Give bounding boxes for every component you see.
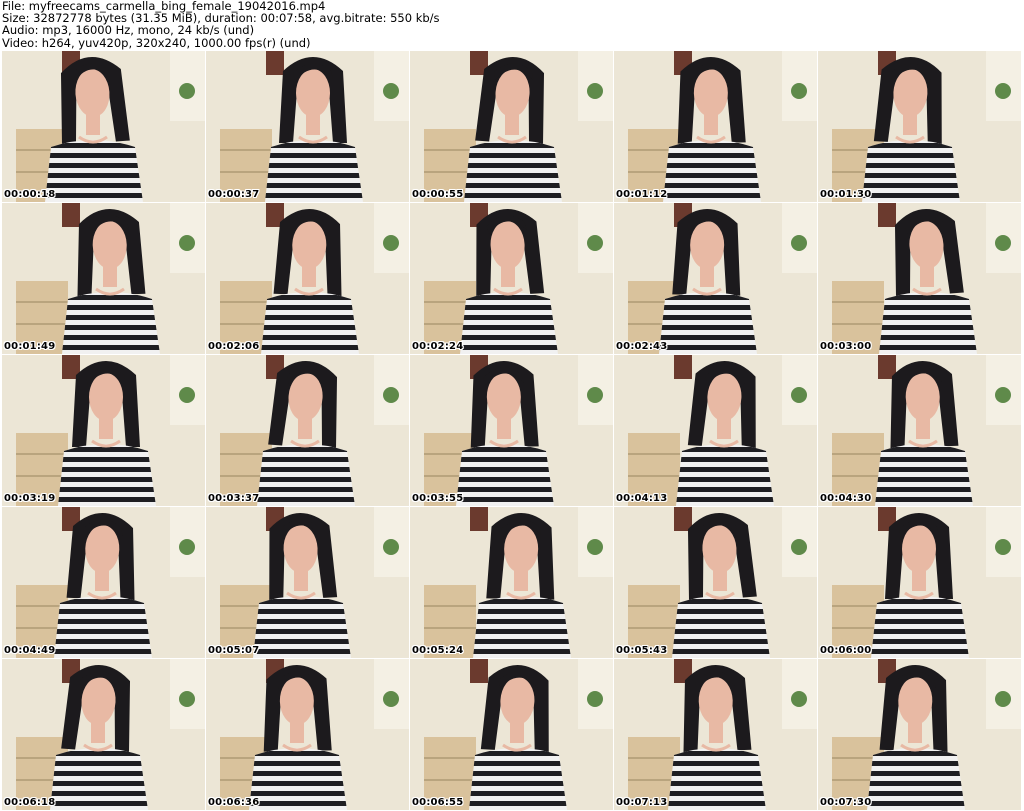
video-frame-thumbnail: 00:03:00 (818, 203, 1021, 354)
frame-timestamp: 00:02:06 (208, 341, 260, 352)
frame-image (410, 355, 613, 506)
video-frame-thumbnail: 00:01:49 (2, 203, 205, 354)
video-frame-thumbnail: 00:00:37 (206, 51, 409, 202)
frame-image (2, 507, 205, 658)
frame-timestamp: 00:03:37 (208, 493, 260, 504)
video-frame-thumbnail: 00:06:18 (2, 659, 205, 810)
video-frame-thumbnail: 00:05:07 (206, 507, 409, 658)
frame-timestamp: 00:01:12 (616, 189, 668, 200)
frame-image (206, 203, 409, 354)
frame-image (2, 659, 205, 810)
frame-timestamp: 00:00:55 (412, 189, 464, 200)
frame-timestamp: 00:02:43 (616, 341, 668, 352)
frame-timestamp: 00:06:18 (4, 797, 56, 808)
frame-image (206, 659, 409, 810)
video-line: Video: h264, yuv420p, 320x240, 1000.00 f… (2, 35, 311, 50)
frame-timestamp: 00:01:30 (820, 189, 872, 200)
frame-image (818, 659, 1021, 810)
video-frame-thumbnail: 00:06:55 (410, 659, 613, 810)
frame-timestamp: 00:05:43 (616, 645, 668, 656)
video-frame-thumbnail: 00:05:43 (614, 507, 817, 658)
frame-timestamp: 00:05:24 (412, 645, 464, 656)
audio-line: Audio: mp3, 16000 Hz, mono, 24 kb/s (und… (2, 23, 255, 38)
video-frame-thumbnail: 00:05:24 (410, 507, 613, 658)
frame-image (614, 507, 817, 658)
frame-image (614, 51, 817, 202)
frame-timestamp: 00:00:37 (208, 189, 260, 200)
frame-image (2, 203, 205, 354)
thumbnail-grid: 00:00:18 00:00:37 00:00:55 00:01:12 00:0… (2, 51, 1021, 810)
frame-timestamp: 00:03:55 (412, 493, 464, 504)
frame-timestamp: 00:03:00 (820, 341, 872, 352)
frame-timestamp: 00:07:13 (616, 797, 668, 808)
video-frame-thumbnail: 00:02:43 (614, 203, 817, 354)
frame-timestamp: 00:04:49 (4, 645, 56, 656)
frame-image (206, 355, 409, 506)
frame-timestamp: 00:07:30 (820, 797, 872, 808)
frame-timestamp: 00:00:18 (4, 189, 56, 200)
frame-image (410, 203, 613, 354)
frame-timestamp: 00:04:30 (820, 493, 872, 504)
frame-timestamp: 00:06:36 (208, 797, 260, 808)
frame-image (614, 203, 817, 354)
frame-image (818, 203, 1021, 354)
video-info-header: File: myfreecams_carmella_bing_female_19… (2, 0, 1022, 50)
frame-image (614, 355, 817, 506)
contact-sheet: File: myfreecams_carmella_bing_female_19… (0, 0, 1024, 811)
video-frame-thumbnail: 00:07:30 (818, 659, 1021, 810)
video-frame-thumbnail: 00:06:00 (818, 507, 1021, 658)
frame-image (818, 355, 1021, 506)
frame-image (206, 51, 409, 202)
video-frame-thumbnail: 00:03:37 (206, 355, 409, 506)
frame-image (206, 507, 409, 658)
video-frame-thumbnail: 00:01:12 (614, 51, 817, 202)
frame-image (410, 659, 613, 810)
frame-image (614, 659, 817, 810)
video-frame-thumbnail: 00:04:30 (818, 355, 1021, 506)
frame-timestamp: 00:06:55 (412, 797, 464, 808)
video-frame-thumbnail: 00:04:49 (2, 507, 205, 658)
video-frame-thumbnail: 00:02:24 (410, 203, 613, 354)
frame-timestamp: 00:05:07 (208, 645, 260, 656)
frame-image (818, 51, 1021, 202)
frame-image (2, 51, 205, 202)
video-frame-thumbnail: 00:00:55 (410, 51, 613, 202)
frame-image (2, 355, 205, 506)
video-frame-thumbnail: 00:02:06 (206, 203, 409, 354)
frame-timestamp: 00:03:19 (4, 493, 56, 504)
frame-image (410, 51, 613, 202)
video-frame-thumbnail: 00:07:13 (614, 659, 817, 810)
video-frame-thumbnail: 00:03:19 (2, 355, 205, 506)
frame-image (818, 507, 1021, 658)
frame-timestamp: 00:02:24 (412, 341, 464, 352)
video-frame-thumbnail: 00:03:55 (410, 355, 613, 506)
frame-timestamp: 00:01:49 (4, 341, 56, 352)
frame-timestamp: 00:04:13 (616, 493, 668, 504)
video-frame-thumbnail: 00:01:30 (818, 51, 1021, 202)
video-frame-thumbnail: 00:06:36 (206, 659, 409, 810)
video-frame-thumbnail: 00:00:18 (2, 51, 205, 202)
frame-image (410, 507, 613, 658)
video-frame-thumbnail: 00:04:13 (614, 355, 817, 506)
frame-timestamp: 00:06:00 (820, 645, 872, 656)
